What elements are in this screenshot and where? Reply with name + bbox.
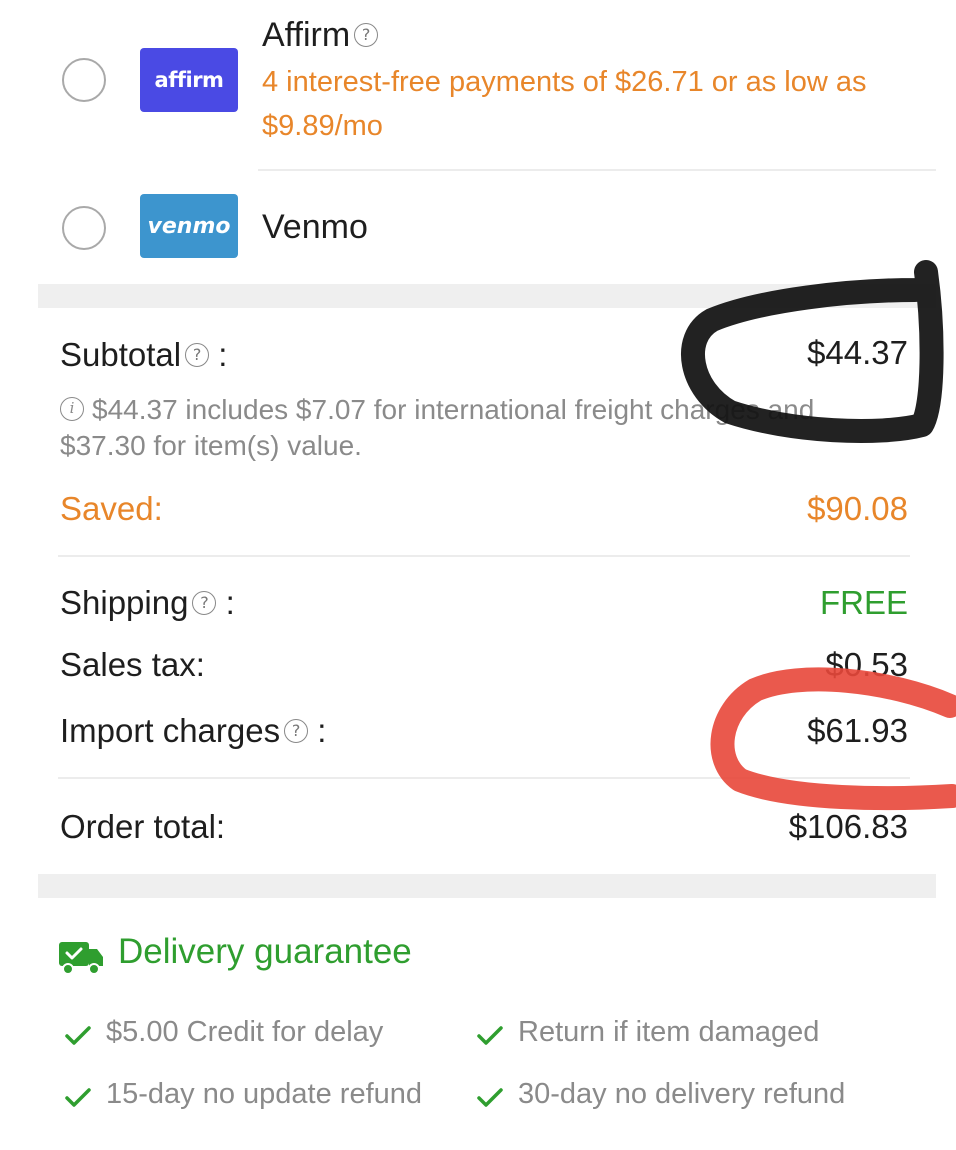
affirm-radio-button[interactable] — [62, 58, 106, 102]
affirm-logo-text: affirm — [154, 68, 224, 92]
subtotal-label-text: Subtotal — [60, 336, 182, 373]
perk-no-update-refund: 15-day no update refund — [106, 1078, 423, 1110]
subtotal-colon: : — [218, 336, 228, 373]
delivery-truck-icon — [59, 942, 103, 975]
perk-credit-for-delay: $5.00 Credit for delay — [106, 1016, 384, 1048]
question-circle-icon[interactable]: ? — [192, 591, 217, 616]
saved-label: Saved: — [60, 490, 163, 527]
order-total-label: Order total: — [60, 808, 226, 845]
delivery-guarantee-title: Delivery guarantee — [118, 932, 412, 971]
import-charges-value: $61.93 — [807, 712, 908, 749]
checkmark-icon — [477, 1026, 503, 1045]
import-charges-colon: : — [317, 712, 327, 749]
affirm-name: Affirm — [262, 16, 351, 54]
subtotal-label: Subtotal? : — [60, 336, 227, 374]
checkmark-icon — [477, 1088, 503, 1107]
divider — [58, 555, 910, 557]
shipping-colon: : — [225, 584, 235, 621]
venmo-logo-text: venmo — [147, 213, 231, 239]
import-charges-label-text: Import charges — [60, 712, 281, 749]
subtotal-note-text: $44.37 includes $7.07 for international … — [60, 394, 815, 461]
affirm-logo: affirm — [140, 48, 238, 112]
perk-no-delivery-refund: 30-day no delivery refund — [518, 1078, 846, 1110]
question-circle-icon[interactable]: ? — [354, 23, 379, 48]
affirm-title: Affirm? — [262, 16, 379, 55]
shipping-label-text: Shipping — [60, 584, 189, 621]
perk-return-if-damaged: Return if item damaged — [518, 1016, 820, 1048]
venmo-name: Venmo — [262, 208, 368, 246]
sales-tax-value: $0.53 — [825, 646, 908, 683]
section-separator — [38, 284, 936, 308]
venmo-radio-button[interactable] — [62, 206, 106, 250]
venmo-logo: venmo — [140, 194, 238, 258]
shipping-label: Shipping? : — [60, 584, 235, 622]
question-circle-icon[interactable]: ? — [185, 343, 210, 368]
subtotal-note: i $44.37 includes $7.07 for international… — [60, 392, 890, 464]
payment-option-affirm[interactable]: affirm Affirm? 4 interest-free payments … — [0, 0, 956, 170]
checkmark-icon — [65, 1026, 91, 1045]
divider — [58, 777, 910, 779]
sales-tax-label: Sales tax: — [60, 646, 205, 683]
order-total-value: $106.83 — [788, 808, 908, 845]
affirm-installment-text: 4 interest-free payments of $26.71 or as… — [262, 66, 867, 142]
info-circle-icon: i — [60, 396, 84, 421]
payment-option-venmo[interactable]: venmo Venmo — [0, 170, 956, 282]
section-separator — [38, 874, 936, 898]
question-circle-icon[interactable]: ? — [284, 719, 309, 744]
subtotal-value: $44.37 — [807, 334, 908, 371]
import-charges-label: Import charges? : — [60, 712, 326, 750]
saved-value: $90.08 — [807, 490, 908, 527]
checkmark-icon — [65, 1088, 91, 1107]
shipping-value: FREE — [819, 584, 908, 621]
checkout-summary-page: affirm Affirm? 4 interest-free payments … — [0, 0, 956, 1150]
